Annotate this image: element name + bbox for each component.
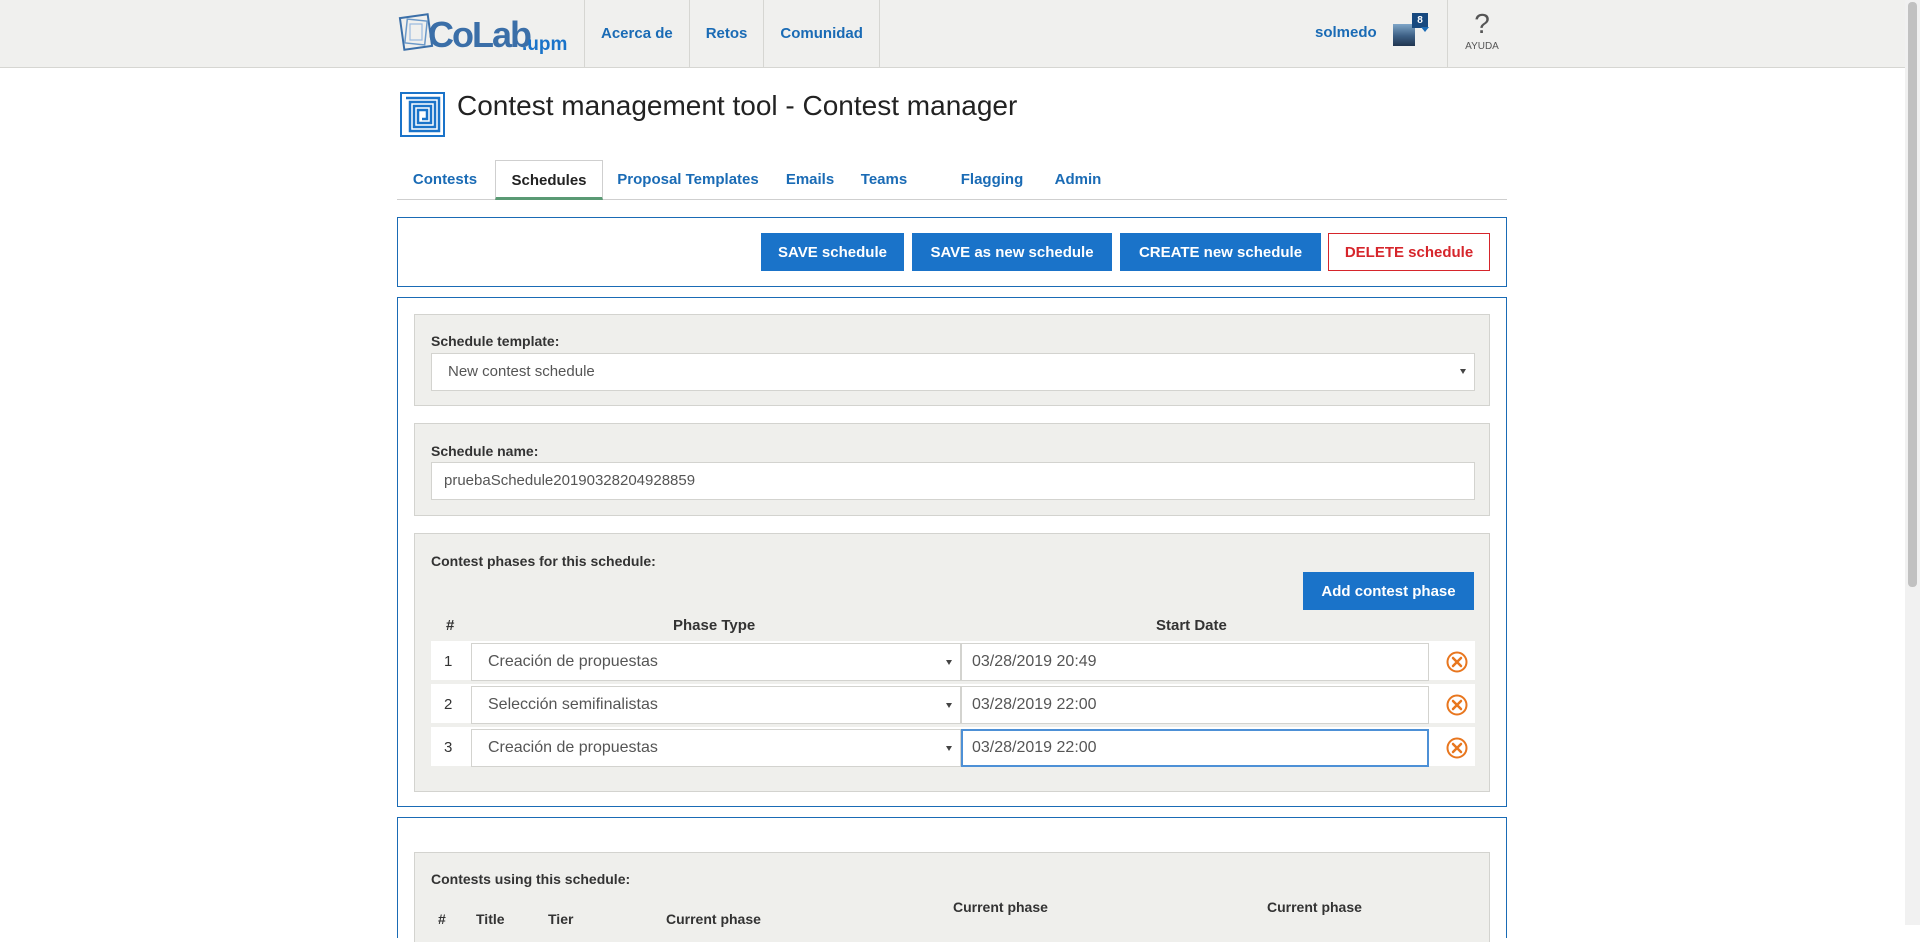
delete-schedule-button[interactable]: DELETE schedule: [1328, 233, 1490, 271]
remove-phase-icon[interactable]: [1446, 651, 1468, 673]
contests-using-schedule-well: Contests using this schedule: # Title Ti…: [414, 852, 1490, 942]
logo-subtext: .upm: [522, 34, 568, 55]
column-header-start-date: Start Date: [1156, 617, 1227, 634]
top-nav: Acerca de Retos Comunidad: [584, 0, 880, 67]
schedule-name-label: Schedule name:: [431, 443, 539, 459]
help-label: AYUDA: [1465, 41, 1499, 52]
remove-phase-icon[interactable]: [1446, 737, 1468, 759]
action-panel: SAVE schedule SAVE as new schedule CREAT…: [397, 217, 1507, 287]
save-schedule-button[interactable]: SAVE schedule: [761, 233, 904, 271]
add-contest-phase-button[interactable]: Add contest phase: [1303, 572, 1474, 610]
tab-schedules[interactable]: Schedules: [495, 160, 603, 200]
colab-logo[interactable]: CoLab .upm: [398, 10, 568, 56]
chevron-down-icon: [946, 746, 952, 751]
tab-teams[interactable]: Teams: [852, 160, 916, 198]
logo-text: CoLab: [428, 14, 532, 55]
phase-start-date-input[interactable]: 03/28/2019 22:00: [961, 686, 1429, 724]
schedule-name-well: Schedule name: pruebaSchedule20190328204…: [414, 423, 1490, 516]
tab-proposal-templates[interactable]: Proposal Templates: [607, 160, 769, 198]
phase-start-date-input[interactable]: 03/28/2019 22:00: [961, 729, 1429, 767]
create-new-schedule-button[interactable]: CREATE new schedule: [1120, 233, 1321, 271]
phase-row: 2 Selección semifinalistas 03/28/2019 22…: [431, 684, 1475, 726]
schedule-template-label: Schedule template:: [431, 333, 560, 349]
phase-type-value: Creación de propuestas: [488, 653, 658, 670]
phase-type-select[interactable]: Creación de propuestas: [471, 643, 961, 681]
chevron-down-icon: [946, 703, 952, 708]
phase-type-select[interactable]: Creación de propuestas: [471, 729, 961, 767]
phase-type-value: Creación de propuestas: [488, 739, 658, 756]
column-header-number: #: [446, 617, 455, 634]
schedule-template-select[interactable]: New contest schedule: [431, 353, 1475, 391]
phase-number: 2: [444, 696, 453, 713]
top-bar: CoLab .upm Acerca de Retos Comunidad sol…: [0, 0, 1905, 68]
column-header-current-phase: Current phase: [1267, 899, 1362, 915]
phase-type-value: Selección semifinalistas: [488, 696, 658, 713]
nav-comunidad[interactable]: Comunidad: [763, 0, 880, 67]
phase-row: 3 Creación de propuestas 03/28/2019 22:0…: [431, 727, 1475, 769]
contest-phases-label: Contest phases for this schedule:: [431, 553, 656, 569]
help-button[interactable]: ? AYUDA: [1447, 0, 1516, 67]
tab-emails[interactable]: Emails: [778, 160, 842, 198]
schedule-name-input[interactable]: pruebaSchedule20190328204928859: [431, 462, 1475, 500]
tab-bar: Contests Schedules Proposal Templates Em…: [397, 160, 1507, 200]
phase-start-date-input[interactable]: 03/28/2019 20:49: [961, 643, 1429, 681]
phase-type-select[interactable]: Selección semifinalistas: [471, 686, 961, 724]
phase-row: 1 Creación de propuestas 03/28/2019 20:4…: [431, 641, 1475, 683]
notification-badge[interactable]: 8: [1412, 13, 1428, 28]
contests-using-schedule-panel: Contests using this schedule: # Title Ti…: [397, 817, 1507, 942]
remove-phase-icon[interactable]: [1446, 694, 1468, 716]
chevron-down-icon[interactable]: [1421, 27, 1429, 32]
tab-flagging[interactable]: Flagging: [953, 160, 1031, 198]
chevron-down-icon: [946, 660, 952, 665]
contest-phases-well: Contest phases for this schedule: Add co…: [414, 533, 1490, 792]
nav-retos[interactable]: Retos: [688, 0, 764, 67]
column-header-phase-type: Phase Type: [673, 617, 756, 634]
contests-using-schedule-label: Contests using this schedule:: [431, 871, 631, 887]
tab-admin[interactable]: Admin: [1050, 160, 1106, 198]
nav-acerca-de[interactable]: Acerca de: [584, 0, 689, 67]
user-name-link[interactable]: solmedo: [1315, 24, 1377, 41]
schedule-editor-panel: Schedule template: New contest schedule …: [397, 297, 1507, 807]
maze-icon: [400, 92, 445, 137]
chevron-down-icon: [1460, 369, 1466, 374]
phase-number: 3: [444, 739, 453, 756]
column-header-current-phase: Current phase: [953, 899, 1048, 915]
scrollbar-thumb[interactable]: [1908, 2, 1917, 587]
save-as-new-schedule-button[interactable]: SAVE as new schedule: [912, 233, 1112, 271]
tab-contests[interactable]: Contests: [397, 160, 493, 198]
question-icon: ?: [1474, 8, 1490, 39]
schedule-template-value: New contest schedule: [448, 363, 595, 380]
page-title: Contest management tool - Contest manage…: [457, 90, 1018, 121]
schedule-template-well: Schedule template: New contest schedule: [414, 314, 1490, 406]
phase-number: 1: [444, 653, 453, 670]
